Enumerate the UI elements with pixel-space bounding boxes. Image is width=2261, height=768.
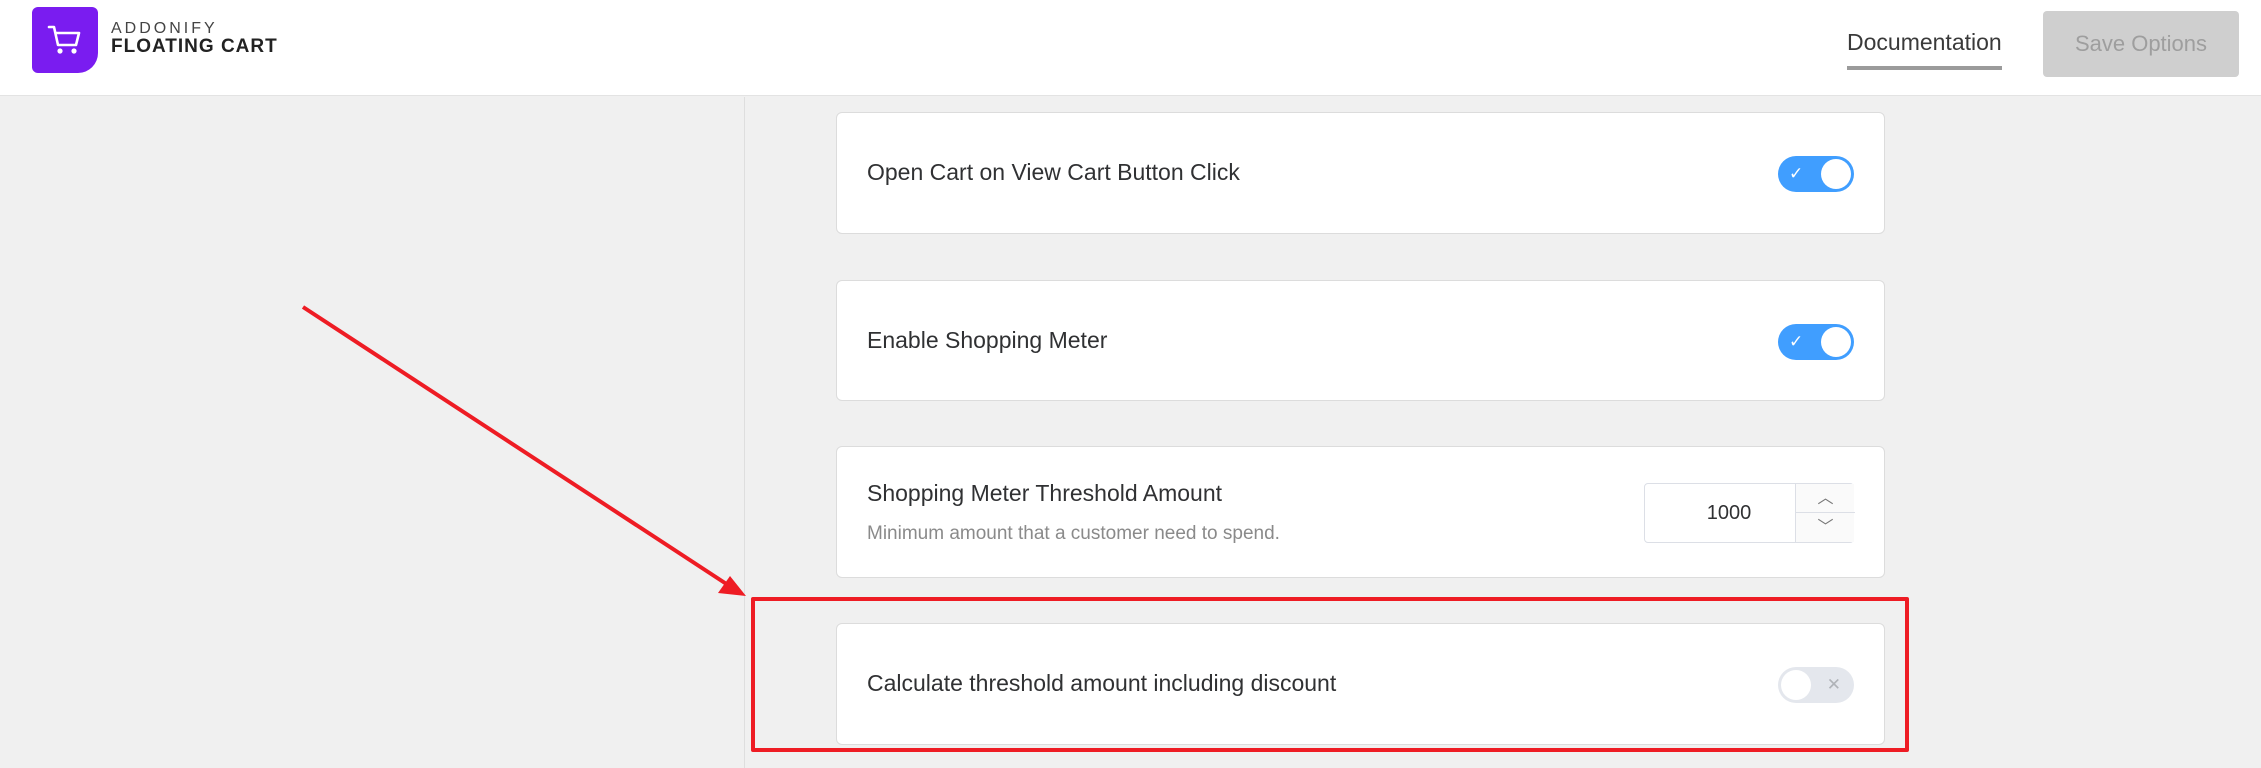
brand-name-bottom: FLOATING CART [111,36,278,57]
setting-card-open-cart: Open Cart on View Cart Button Click ✓ [836,112,1885,234]
save-options-button[interactable]: Save Options [2043,11,2239,77]
setting-description: Minimum amount that a customer need to s… [867,523,1280,544]
setting-label: Open Cart on View Cart Button Click [867,159,1240,185]
annotation-highlight-box [751,597,1909,752]
chevron-down-icon[interactable]: ﹀ [1796,513,1855,542]
chevron-up-icon[interactable]: ︿ [1796,484,1855,513]
setting-card-shopping-meter: Enable Shopping Meter ✓ [836,280,1885,401]
logo [32,7,98,73]
check-icon: ✓ [1789,164,1804,183]
shopping-cart-icon [47,25,81,54]
stepper-arrows: ︿ ﹀ [1795,484,1855,542]
toggle-knob [1821,327,1851,357]
threshold-amount-stepper: ︿ ﹀ [1644,483,1855,543]
check-icon: ✓ [1789,332,1804,351]
top-header: ADDONIFY FLOATING CART Documentation Sav… [0,0,2261,96]
documentation-link[interactable]: Documentation [1847,29,2002,70]
open-cart-toggle[interactable]: ✓ [1778,156,1854,192]
setting-card-threshold-amount: Shopping Meter Threshold Amount Minimum … [836,446,1885,578]
shopping-meter-toggle[interactable]: ✓ [1778,324,1854,360]
setting-label: Shopping Meter Threshold Amount [867,480,1223,506]
setting-label: Enable Shopping Meter [867,327,1108,353]
sidebar [0,97,745,768]
toggle-knob [1821,159,1851,189]
threshold-amount-input[interactable] [1645,484,1795,542]
